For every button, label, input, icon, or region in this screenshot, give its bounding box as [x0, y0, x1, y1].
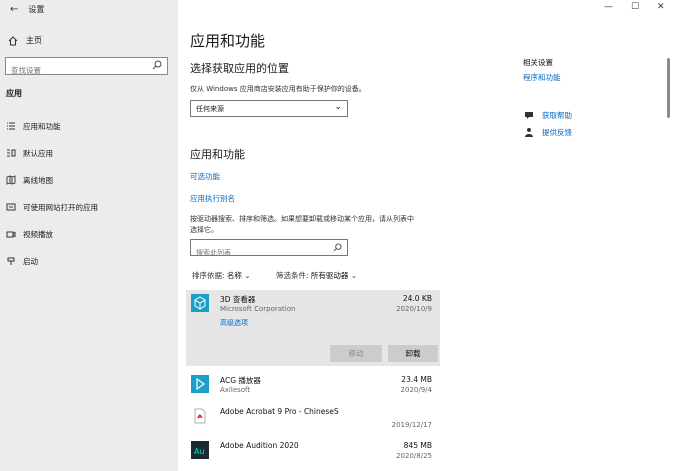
sidebar-item-label: 启动 [23, 256, 38, 266]
home-icon [8, 35, 18, 45]
sidebar-item-default-apps[interactable]: 默认应用 [6, 146, 53, 160]
web-apps-icon [6, 203, 16, 211]
sidebar-item-label: 默认应用 [23, 148, 53, 158]
install-source-description: 仅从 Windows 应用商店安装应用有助于保护你的设备。 [190, 85, 366, 93]
sort-value: 名称 [226, 271, 242, 280]
scrollbar[interactable] [667, 58, 670, 118]
sidebar-item-label: 应用和功能 [23, 121, 61, 131]
programs-features-link[interactable]: 程序和功能 [523, 72, 561, 83]
app-name: ACG 播放器 [220, 376, 261, 385]
move-button[interactable]: 移动 [330, 345, 382, 362]
search-icon[interactable] [333, 243, 342, 252]
settings-search-box[interactable] [5, 57, 168, 79]
video-icon [6, 231, 16, 238]
app-name: 3D 查看器 [220, 295, 256, 304]
app-search-input[interactable] [191, 245, 321, 261]
app-date: 2020/9/4 [400, 386, 432, 394]
app-size: 23.4 MB [401, 375, 432, 384]
sidebar-item-video-playback[interactable]: 视频播放 [6, 227, 53, 241]
sort-label: 排序依据: [192, 271, 225, 280]
app-list-item[interactable]: Adobe Acrobat 9 Pro - ChineseS 2019/12/1… [186, 403, 440, 437]
window-titlebar: ← 设置 [10, 4, 44, 15]
cube-icon [191, 294, 209, 312]
app-size: 24.0 KB [402, 294, 432, 303]
sidebar-item-startup[interactable]: 启动 [6, 254, 38, 268]
default-apps-icon [7, 149, 16, 157]
feedback-icon [525, 128, 533, 137]
install-source-heading: 选择获取应用的位置 [190, 62, 289, 75]
maximize-button[interactable]: ☐ [631, 2, 639, 12]
sidebar: ← 设置 主页 应用 应用和功能 默认应用 离线地图 可使用网站打开的应用 视频… [0, 0, 178, 471]
app-date: 2019/12/17 [391, 421, 432, 429]
apps-description-line1: 按驱动器搜索、排序和筛选。如果想要卸载或移动某个应用，请从列表中 [190, 215, 414, 223]
advanced-options-link[interactable]: 高级选项 [220, 318, 248, 328]
app-search-box[interactable] [190, 239, 348, 261]
app-size: 845 MB [403, 441, 432, 450]
app-publisher: Axilesoft [220, 386, 251, 394]
list-icon [7, 122, 15, 130]
get-help-link[interactable]: 获取帮助 [542, 110, 572, 121]
apps-features-heading: 应用和功能 [190, 148, 245, 161]
back-arrow-icon[interactable]: ← [10, 4, 18, 15]
app-name: Adobe Audition 2020 [220, 441, 299, 450]
feedback-link[interactable]: 提供反馈 [542, 127, 572, 138]
dropdown-value: 任何来源 [196, 105, 224, 113]
filter-value: 所有驱动器 [310, 271, 349, 280]
app-list-item-selected[interactable]: 3D 查看器 Microsoft Corporation 高级选项 24.0 K… [186, 290, 440, 366]
related-settings-title: 相关设置 [523, 58, 553, 67]
app-list-item[interactable]: ACG 播放器 Axilesoft 23.4 MB 2020/9/4 [186, 371, 440, 405]
app-date: 2020/8/25 [396, 452, 432, 460]
pdf-icon [191, 407, 209, 425]
main-content: — ☐ ✕ 应用和功能 选择获取应用的位置 仅从 Windows 应用商店安装应… [178, 0, 676, 471]
uninstall-button[interactable]: 卸载 [388, 345, 438, 362]
sidebar-item-label: 离线地图 [23, 175, 53, 185]
svg-text:Au: Au [194, 447, 205, 456]
chevron-down-icon: ⌄ [334, 102, 342, 112]
apps-description-line2: 选择它。 [190, 226, 218, 234]
sidebar-item-home[interactable]: 主页 [8, 35, 42, 46]
sort-control[interactable]: 排序依据: 名称 ⌄ [192, 270, 251, 281]
settings-search-input[interactable] [6, 62, 146, 79]
install-source-dropdown[interactable]: 任何来源 ⌄ [190, 100, 348, 117]
sidebar-section-title: 应用 [6, 89, 22, 98]
app-aliases-link[interactable]: 应用执行别名 [190, 193, 235, 204]
minimize-button[interactable]: — [604, 2, 613, 12]
close-button[interactable]: ✕ [657, 2, 665, 12]
app-name: Adobe Acrobat 9 Pro - ChineseS [220, 407, 339, 416]
sidebar-item-web-apps[interactable]: 可使用网站打开的应用 [6, 200, 98, 214]
chevron-down-icon: ⌄ [350, 271, 358, 280]
play-icon [191, 375, 209, 393]
chevron-down-icon: ⌄ [244, 271, 251, 280]
window-title: 设置 [28, 5, 45, 14]
sidebar-item-offline-maps[interactable]: 离线地图 [6, 173, 53, 187]
optional-features-link[interactable]: 可选功能 [190, 171, 220, 182]
sidebar-item-label: 视频播放 [23, 229, 53, 239]
help-icon [525, 112, 533, 119]
filter-control[interactable]: 筛选条件: 所有驱动器 ⌄ [276, 270, 357, 281]
search-icon[interactable] [152, 60, 162, 70]
sidebar-item-apps-features[interactable]: 应用和功能 [6, 119, 61, 133]
home-label: 主页 [26, 36, 42, 45]
app-date: 2020/10/9 [396, 305, 432, 313]
app-publisher: Microsoft Corporation [220, 305, 296, 313]
sidebar-item-label: 可使用网站打开的应用 [23, 202, 98, 212]
app-list-item[interactable]: Au Adobe Audition 2020 845 MB 2020/8/25 [186, 437, 440, 471]
audition-icon: Au [191, 441, 209, 459]
filter-label: 筛选条件: [276, 271, 309, 280]
map-icon [6, 175, 16, 185]
startup-icon [7, 257, 15, 265]
page-title: 应用和功能 [190, 32, 266, 50]
